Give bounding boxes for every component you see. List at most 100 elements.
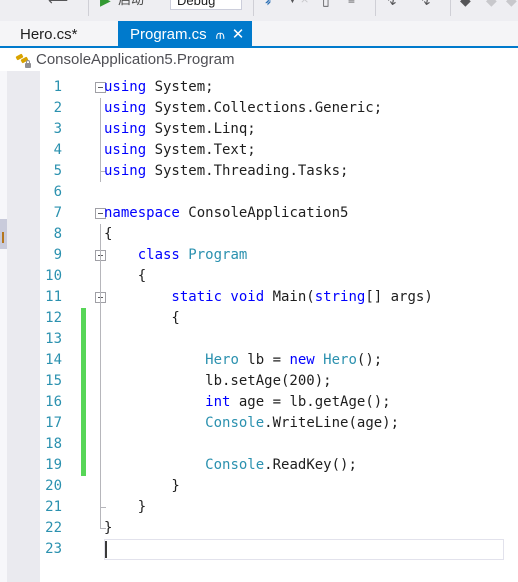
pin-right-icon[interactable]: ↯ [420, 0, 432, 8]
outline-guide [100, 392, 101, 413]
code-text: } [104, 478, 180, 494]
code-text: namespace ConsoleApplication5 [104, 205, 349, 221]
code-text: using System.Threading.Tasks; [104, 163, 349, 179]
step-down-icon[interactable]: ▼ [287, 0, 298, 8]
tab-hero-cs[interactable]: Hero.cs* [8, 21, 90, 48]
line-number: 20 [45, 478, 62, 494]
line-number: 16 [45, 394, 62, 410]
window-icon[interactable]: ▯ [322, 0, 330, 8]
left-dock-strip [0, 71, 7, 582]
line-number: 13 [45, 331, 62, 347]
tab-program-cs[interactable]: Program.cs ⫙ ✕ [118, 21, 253, 48]
code-text: static void Main(string[] args) [104, 289, 433, 305]
breadcrumb[interactable]: ConsoleApplication5.Program [7, 48, 518, 72]
line-number: 7 [53, 205, 62, 221]
code-line[interactable]: 1 using System; [7, 77, 518, 98]
code-text: class Program [104, 247, 248, 263]
outline-guide [100, 119, 101, 140]
code-line[interactable]: 2 using System.Collections.Generic; [7, 98, 518, 119]
outline-guide [100, 287, 101, 308]
line-number: 1 [53, 79, 62, 95]
bookmark-icon[interactable]: ◆ [460, 0, 471, 8]
pin-left-icon[interactable]: ↯ [386, 0, 398, 8]
step-over-icon[interactable]: ⨯ [300, 0, 309, 8]
line-number: 10 [45, 268, 62, 284]
outline-guide [100, 350, 101, 371]
code-line[interactable]: 6 [7, 182, 518, 203]
bookmark-prev-icon[interactable]: ◆ [486, 0, 497, 8]
visual-studio-window: ⟵ ▶ 启动 Debug ➶ ▼ ⨯ ▯ ≡ ↯ ↯ ◆ ◆ ◆ Hero.cs… [0, 0, 518, 582]
run-play-icon[interactable]: ▶ [100, 0, 111, 8]
left-dock-panel-handle[interactable] [0, 219, 7, 249]
outline-guide [100, 266, 101, 287]
code-line[interactable]: 8{ [7, 224, 518, 245]
line-number: 19 [45, 457, 62, 473]
toolbar-separator-3 [375, 0, 376, 16]
run-label[interactable]: 启动 [118, 0, 144, 9]
line-number: 6 [53, 184, 62, 200]
code-text: using System.Linq; [104, 121, 256, 137]
code-text: { [104, 226, 113, 242]
code-line[interactable]: 3 using System.Linq; [7, 119, 518, 140]
pin-icon[interactable]: ⫙ [216, 28, 225, 41]
code-text: using System.Collections.Generic; [104, 100, 383, 116]
code-line[interactable]: 22} [7, 518, 518, 539]
code-text: Console.WriteLine(age); [205, 415, 400, 431]
line-number: 5 [53, 163, 62, 179]
outline-guide [100, 140, 101, 161]
back-arrow-icon[interactable]: ⟵ [48, 0, 68, 8]
outline-guide [100, 455, 101, 476]
tab-hero-cs-label: Hero.cs* [20, 26, 78, 43]
code-text: { [104, 268, 147, 284]
change-indicator-bar [81, 308, 86, 476]
close-icon[interactable]: ✕ [232, 27, 245, 42]
line-number: 22 [45, 520, 62, 536]
code-line[interactable]: 4 using System.Text; [7, 140, 518, 161]
line-number: 23 [45, 541, 62, 557]
code-text: using System.Text; [104, 142, 256, 158]
outline-guide [100, 224, 101, 245]
code-line[interactable]: 7 namespace ConsoleApplication5 [7, 203, 518, 224]
outline-guide [100, 329, 101, 350]
code-text: } [104, 499, 147, 515]
toolbar-separator-2 [253, 0, 254, 16]
outline-guide [100, 476, 101, 497]
line-number: 21 [45, 499, 62, 515]
config-combo[interactable]: Debug [170, 0, 242, 10]
code-editor[interactable]: 1 using System; 2 using System.Collections.… [7, 71, 518, 582]
toolbar-separator-4 [450, 0, 451, 16]
code-lines[interactable]: 1 using System; 2 using System.Collections.… [7, 77, 518, 560]
line-number: 2 [53, 100, 62, 116]
auto-hide-pin-icon[interactable] [2, 232, 4, 243]
text-caret [105, 541, 107, 558]
line-number: 9 [53, 247, 62, 263]
code-line[interactable]: 11 static void Main(string[] args) [7, 287, 518, 308]
code-text: int age = lb.getAge(); [205, 394, 391, 410]
code-text: Console.ReadKey(); [205, 457, 357, 473]
code-line[interactable]: 9 class Program [7, 245, 518, 266]
line-number: 12 [45, 310, 62, 326]
toolbar: ⟵ ▶ 启动 Debug ➶ ▼ ⨯ ▯ ≡ ↯ ↯ ◆ ◆ ◆ [0, 0, 518, 22]
toolbar-separator [88, 0, 89, 16]
line-number: 4 [53, 142, 62, 158]
code-line[interactable]: 21 } [7, 497, 518, 518]
find-icon[interactable]: ➶ [264, 0, 276, 8]
code-text: } [104, 520, 113, 536]
code-text: lb.setAge(200); [104, 373, 332, 389]
line-number: 15 [45, 373, 62, 389]
tab-program-cs-label: Program.cs [130, 26, 207, 43]
code-line[interactable]: 10 { [7, 266, 518, 287]
bookmark-next-icon[interactable]: ◆ [506, 0, 517, 8]
breadcrumb-label: ConsoleApplication5.Program [36, 51, 235, 68]
list-icon[interactable]: ≡ [348, 0, 355, 8]
outline-guide [100, 308, 101, 329]
code-text: { [104, 310, 180, 326]
current-line-highlight [104, 539, 504, 560]
code-line[interactable]: 5 using System.Threading.Tasks; [7, 161, 518, 182]
class-member-locked-icon [15, 52, 31, 68]
line-number: 17 [45, 415, 62, 431]
code-text: Hero lb = new Hero(); [205, 352, 383, 368]
line-number: 18 [45, 436, 62, 452]
line-number: 8 [53, 226, 62, 242]
code-line[interactable]: 20 } [7, 476, 518, 497]
